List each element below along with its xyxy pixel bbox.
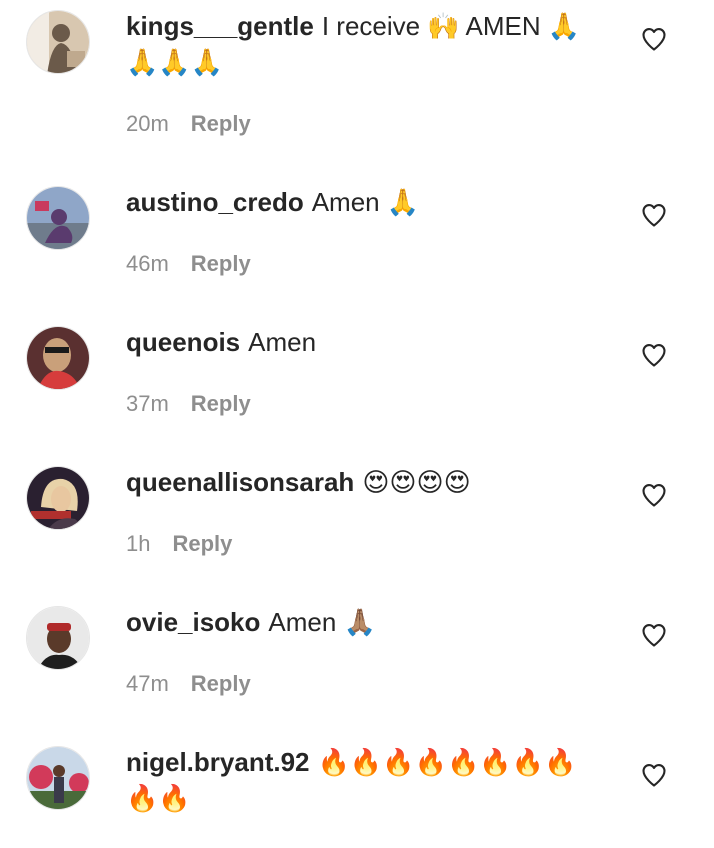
like-heart-icon[interactable] <box>640 25 668 53</box>
comment-text: 😍😍😍😍 <box>362 467 471 497</box>
comment-text: Amen 🙏🏽 <box>268 607 376 637</box>
like-heart-icon[interactable] <box>640 761 668 789</box>
comment-username[interactable]: austino_credo <box>126 187 304 217</box>
reply-button[interactable]: Reply <box>191 671 251 696</box>
comment-body: queenallisonsarah 😍😍😍😍 <box>126 464 606 500</box>
avatar[interactable] <box>26 746 90 810</box>
like-heart-icon[interactable] <box>640 341 668 369</box>
like-heart-icon[interactable] <box>640 621 668 649</box>
comment-meta: 20m Reply <box>126 110 251 138</box>
comment-time: 46m <box>126 251 169 276</box>
comment-username[interactable]: ovie_isoko <box>126 607 260 637</box>
reply-button[interactable]: Reply <box>191 251 251 276</box>
comment-username[interactable]: kings___gentle <box>126 11 314 41</box>
like-heart-icon[interactable] <box>640 481 668 509</box>
comment-meta: 1h Reply <box>126 530 232 558</box>
comment-time: 37m <box>126 391 169 416</box>
comment-text: Amen <box>248 327 317 357</box>
comment-body: ovie_isoko Amen 🙏🏽 <box>126 604 606 640</box>
reply-button[interactable]: Reply <box>191 111 251 136</box>
comment-time: 1h <box>126 531 151 556</box>
avatar[interactable] <box>26 606 90 670</box>
avatar[interactable] <box>26 466 90 530</box>
like-heart-icon[interactable] <box>640 201 668 229</box>
comment-meta: 37m Reply <box>126 390 251 418</box>
comment-body: queenois Amen <box>126 324 606 360</box>
reply-button[interactable]: Reply <box>191 391 251 416</box>
avatar[interactable] <box>26 326 90 390</box>
comment-body: austino_credo Amen 🙏 <box>126 184 606 220</box>
comment-username[interactable]: queenallisonsarah <box>126 467 354 497</box>
comment-meta: 47m Reply <box>126 670 251 698</box>
comment-username[interactable]: queenois <box>126 327 240 357</box>
comment-body: kings___gentle I receive 🙌 AMEN 🙏🙏🙏🙏 <box>126 8 606 80</box>
reply-button[interactable]: Reply <box>172 531 232 556</box>
comment-time: 47m <box>126 671 169 696</box>
comment-meta: 46m Reply <box>126 250 251 278</box>
comment-time: 20m <box>126 111 169 136</box>
avatar[interactable] <box>26 10 90 74</box>
avatar[interactable] <box>26 186 90 250</box>
comment-list: kings___gentle I receive 🙌 AMEN 🙏🙏🙏🙏 20m R… <box>0 0 714 848</box>
comment-body: nigel.bryant.92 🔥🔥🔥🔥🔥🔥🔥🔥🔥🔥 <box>126 744 606 816</box>
comment-username[interactable]: nigel.bryant.92 <box>126 747 310 777</box>
comment-text: Amen 🙏 <box>311 187 420 217</box>
